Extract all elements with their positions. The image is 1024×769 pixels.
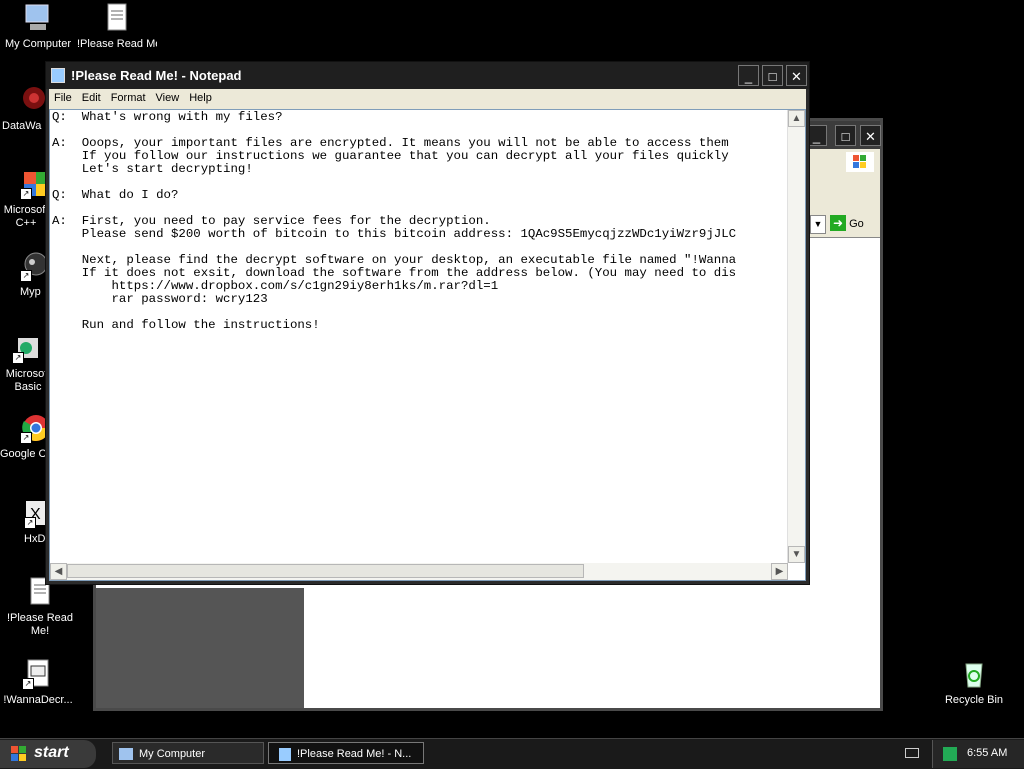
- window-title: !Please Read Me! - Notepad: [71, 68, 242, 83]
- text-file-icon: [101, 2, 133, 34]
- minimize-button[interactable]: _: [738, 65, 759, 86]
- scroll-down-button[interactable]: ▼: [788, 546, 805, 563]
- go-arrow-icon: ➜: [830, 215, 846, 231]
- go-button[interactable]: ➜ Go: [830, 215, 876, 233]
- text-editor[interactable]: Q: What's wrong with my files? A: Ooops,…: [49, 109, 806, 581]
- maximize-button[interactable]: □: [762, 65, 783, 86]
- taskbar-item-notepad[interactable]: !Please Read Me! - N...: [268, 742, 424, 764]
- shortcut-arrow-icon: ↗: [20, 432, 32, 444]
- horizontal-scroll-thumb[interactable]: [67, 564, 584, 578]
- desktop-icon-please-read-me-2[interactable]: !Please Read Me!: [0, 576, 80, 638]
- start-label: start: [34, 744, 69, 761]
- desktop-icon-label: My Computer: [4, 38, 72, 50]
- notepad-icon: [51, 68, 65, 83]
- system-tray: 6:55 AM: [932, 740, 1024, 768]
- desktop-icon-recycle-bin[interactable]: Recycle Bin: [934, 658, 1014, 707]
- window-title-bar[interactable]: !Please Read Me! - Notepad _ □ ✕: [46, 62, 809, 89]
- shortcut-arrow-icon: ↗: [20, 270, 32, 282]
- menu-edit[interactable]: Edit: [77, 89, 106, 104]
- menu-help[interactable]: Help: [184, 89, 217, 104]
- wannadecryptor-icon: ↗: [22, 658, 54, 690]
- scroll-right-button[interactable]: ▶: [771, 563, 788, 580]
- desktop-icon-label: !Please Read Me!: [6, 612, 74, 637]
- desktop-icon-label: !Please Read Me!: [77, 38, 157, 50]
- windows-logo-icon: [846, 152, 874, 172]
- computer-icon: [22, 2, 54, 34]
- desktop-icon-my-computer[interactable]: My Computer: [0, 2, 78, 51]
- notepad-window[interactable]: !Please Read Me! - Notepad _ □ ✕ File Edi…: [45, 61, 810, 585]
- task-pane: [96, 588, 304, 708]
- desktop-icon-label: !WannaDecr...: [3, 694, 73, 706]
- clock: 6:55 AM: [967, 747, 1008, 759]
- menu-file[interactable]: File: [49, 89, 77, 104]
- shortcut-arrow-icon: ↗: [20, 188, 32, 200]
- taskbar-item-my-computer[interactable]: My Computer: [112, 742, 264, 764]
- desktop-icon-label: Recycle Bin: [944, 694, 1004, 706]
- shortcut-arrow-icon: ↗: [22, 678, 34, 690]
- maximize-button[interactable]: □: [835, 125, 856, 146]
- menu-format[interactable]: Format: [106, 89, 151, 104]
- keyboard-icon[interactable]: [905, 748, 919, 758]
- scroll-left-button[interactable]: ◀: [50, 563, 67, 580]
- scroll-up-button[interactable]: ▲: [788, 110, 805, 127]
- close-button[interactable]: ✕: [860, 125, 881, 146]
- ransom-note-text[interactable]: Q: What's wrong with my files? A: Ooops,…: [52, 111, 787, 561]
- windows-flag-icon: [10, 745, 28, 763]
- network-icon[interactable]: [943, 747, 957, 761]
- horizontal-scrollbar[interactable]: ◀ ▶: [50, 563, 788, 580]
- menu-view[interactable]: View: [151, 89, 185, 104]
- desktop-icon-wannadecryptor[interactable]: ↗ !WannaDecr...: [0, 658, 78, 707]
- address-dropdown-button[interactable]: ▼: [810, 215, 826, 234]
- visual-basic-icon: ↗: [12, 332, 44, 364]
- computer-icon: [119, 748, 133, 761]
- recycle-bin-icon: [958, 658, 990, 690]
- shortcut-arrow-icon: ↗: [12, 352, 24, 364]
- menu-bar: File Edit Format View Help: [49, 89, 806, 109]
- vertical-scrollbar[interactable]: ▲ ▼: [787, 110, 805, 563]
- notepad-icon: [279, 747, 291, 761]
- desktop-icon-label: Google C: [0, 448, 46, 460]
- task-label: My Computer: [139, 748, 206, 760]
- start-button[interactable]: start: [0, 740, 96, 768]
- desktop-icon-please-read-me[interactable]: !Please Read Me!: [77, 2, 157, 54]
- close-button[interactable]: ✕: [786, 65, 807, 86]
- task-label: !Please Read Me! - N...: [297, 748, 412, 760]
- go-label: Go: [849, 218, 864, 230]
- shortcut-arrow-icon: ↗: [24, 517, 36, 529]
